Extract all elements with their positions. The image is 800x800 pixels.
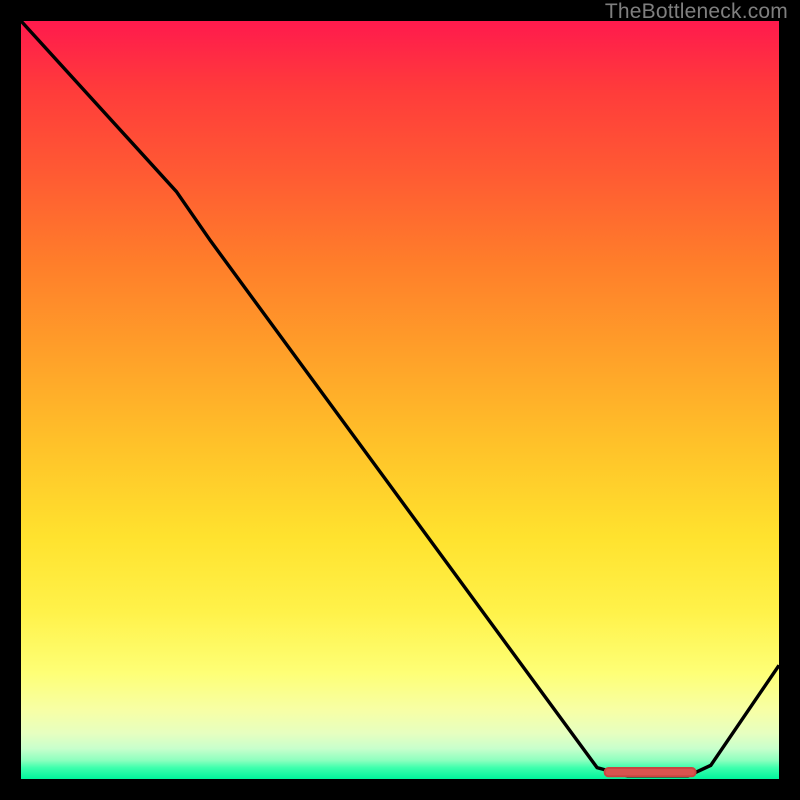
- optimum-marker: [21, 21, 779, 779]
- chart-frame: [18, 18, 782, 782]
